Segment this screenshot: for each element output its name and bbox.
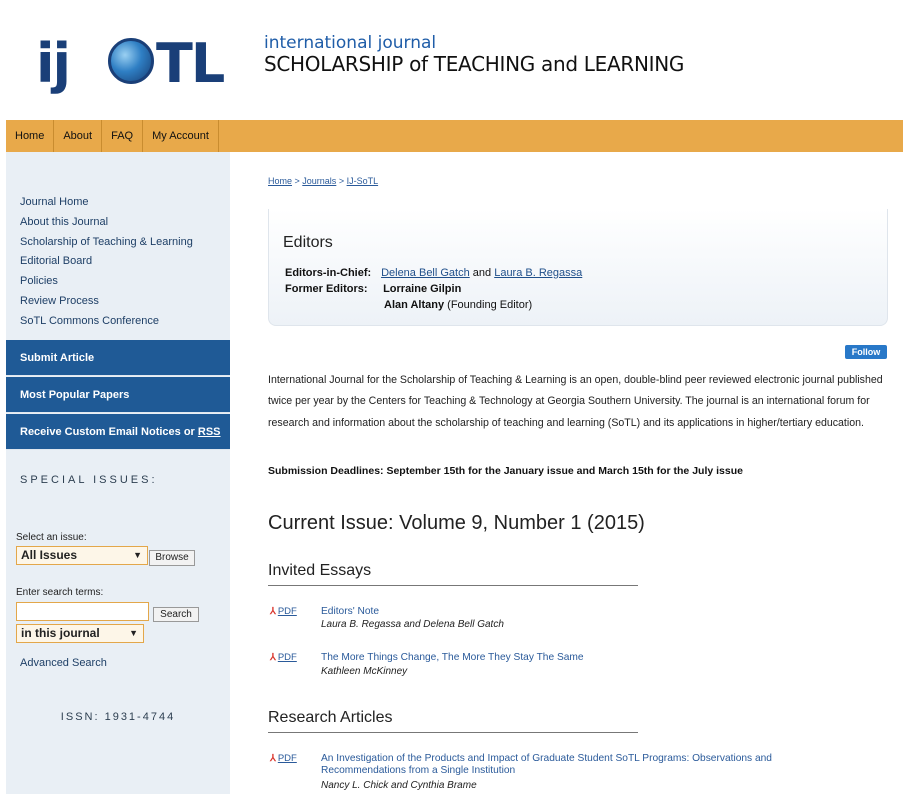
pdf-link[interactable]: ⅄ PDF <box>270 753 297 764</box>
browse-button[interactable]: Browse <box>149 550 195 566</box>
breadcrumb: Home > Journals > IJ-SoTL <box>268 176 379 186</box>
email-notices-label: Receive Custom Email Notices or <box>20 426 198 438</box>
editor-link-regassa[interactable]: Laura B. Regassa <box>494 267 582 279</box>
special-issues-heading: SPECIAL ISSUES: <box>20 474 158 486</box>
editors-in-chief-row: Editors-in-Chief: Delena Bell Gatch and … <box>285 267 582 279</box>
sidebar: Journal Home About this Journal Scholars… <box>6 152 230 794</box>
issn-label: ISSN: 1931-4744 <box>60 711 176 723</box>
scope-select-value: in this journal <box>21 626 100 640</box>
sidebar-item-sotl-conference[interactable]: SoTL Commons Conference <box>20 312 193 332</box>
pdf-label: PDF <box>277 606 297 617</box>
breadcrumb-journals[interactable]: Journals <box>302 176 336 186</box>
editors-title: Editors <box>283 234 333 251</box>
former-editors-label: Former Editors: <box>285 283 368 295</box>
former-editor-altany: Alan Altany <box>384 299 445 311</box>
editors-in-chief-label: Editors-in-Chief: <box>285 267 372 279</box>
follow-button[interactable]: Follow <box>845 345 887 359</box>
logo-mark: ij <box>36 32 71 95</box>
article-authors: Nancy L. Chick and Cynthia Brame <box>321 780 477 791</box>
founding-editor-note: (Founding Editor) <box>444 299 533 311</box>
nav-faq[interactable]: FAQ <box>102 120 144 152</box>
globe-icon <box>108 38 154 84</box>
journal-logo[interactable]: ij TL <box>36 26 226 106</box>
editors-box: Editors Editors-in-Chief: Delena Bell Ga… <box>268 209 888 326</box>
sidebar-item-review-process[interactable]: Review Process <box>20 292 193 312</box>
pdf-link[interactable]: ⅄ PDF <box>270 652 297 663</box>
advanced-search-link[interactable]: Advanced Search <box>20 657 107 669</box>
nav-my-account[interactable]: My Account <box>143 120 219 152</box>
breadcrumb-ij-sotl[interactable]: IJ-SoTL <box>347 176 379 186</box>
submission-deadlines: Submission Deadlines: September 15th for… <box>268 465 743 477</box>
research-articles-heading: Research Articles <box>268 709 638 733</box>
former-editor-gilpin: Lorraine Gilpin <box>383 283 462 295</box>
main-content: Home > Journals > IJ-SoTL Editors Editor… <box>230 152 903 794</box>
invited-essays-heading: Invited Essays <box>268 562 638 586</box>
breadcrumb-home[interactable]: Home <box>268 176 292 186</box>
email-notices-button[interactable]: Receive Custom Email Notices or RSS <box>6 414 230 450</box>
issue-select-value: All Issues <box>21 548 78 562</box>
editor-link-gatch[interactable]: Delena Bell Gatch <box>381 267 470 279</box>
pdf-label: PDF <box>277 652 297 663</box>
journal-subtitle-line2: SCHOLARSHIP of TEACHING and LEARNING <box>264 52 685 76</box>
sidebar-item-journal-home[interactable]: Journal Home <box>20 193 193 213</box>
pdf-link[interactable]: ⅄ PDF <box>270 606 297 617</box>
rss-link[interactable]: RSS <box>198 426 221 438</box>
issue-select[interactable]: All Issues ▼ <box>16 546 148 565</box>
sidebar-item-about-journal[interactable]: About this Journal <box>20 213 193 233</box>
most-popular-button[interactable]: Most Popular Papers <box>6 377 230 413</box>
article-authors: Laura B. Regassa and Delena Bell Gatch <box>321 619 504 630</box>
select-issue-label: Select an issue: <box>16 532 87 543</box>
search-label: Enter search terms: <box>16 587 104 598</box>
top-nav: Home About FAQ My Account <box>6 120 903 152</box>
pdf-icon: ⅄ <box>270 753 276 764</box>
nav-home[interactable]: Home <box>6 120 55 152</box>
current-issue-heading: Current Issue: Volume 9, Number 1 (2015) <box>268 512 645 534</box>
pdf-label: PDF <box>277 753 297 764</box>
chevron-down-icon: ▼ <box>129 628 138 638</box>
sidebar-item-sotl[interactable]: Scholarship of Teaching & Learning <box>20 233 193 253</box>
journal-description: International Journal for the Scholarshi… <box>268 374 883 429</box>
pdf-icon: ⅄ <box>270 606 276 617</box>
search-scope-select[interactable]: in this journal ▼ <box>16 624 144 643</box>
submit-article-button[interactable]: Submit Article <box>6 340 230 376</box>
search-input[interactable] <box>16 602 149 621</box>
article-title[interactable]: An Investigation of the Products and Imp… <box>321 753 841 777</box>
sidebar-links: Journal Home About this Journal Scholars… <box>20 193 193 332</box>
former-editor-altany-row: Alan Altany (Founding Editor) <box>384 299 532 311</box>
sidebar-item-editorial-board[interactable]: Editorial Board <box>20 252 193 272</box>
sidebar-item-policies[interactable]: Policies <box>20 272 193 292</box>
journal-subtitle-line1: international journal <box>264 33 437 53</box>
pdf-icon: ⅄ <box>270 652 276 663</box>
former-editors-row: Former Editors: Lorraine Gilpin <box>285 283 461 295</box>
and-text: and <box>469 267 495 279</box>
logo-mark-tl: TL <box>156 32 225 95</box>
chevron-down-icon: ▼ <box>133 550 142 560</box>
article-title[interactable]: The More Things Change, The More They St… <box>321 652 584 664</box>
nav-about[interactable]: About <box>54 120 103 152</box>
search-button[interactable]: Search <box>153 607 199 622</box>
article-authors: Kathleen McKinney <box>321 666 408 677</box>
article-title[interactable]: Editors' Note <box>321 606 379 618</box>
site-header: ij TL international journal SCHOLARSHIP … <box>6 0 903 120</box>
